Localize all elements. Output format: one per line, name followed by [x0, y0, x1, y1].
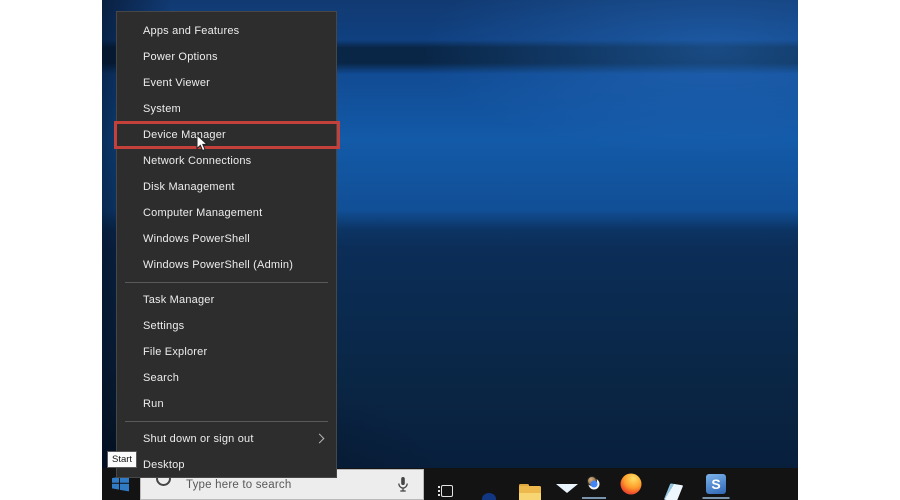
- menu-item-run[interactable]: Run: [117, 391, 336, 417]
- menu-item-disk-management[interactable]: Disk Management: [117, 174, 336, 200]
- desktop-wallpaper: Type here to search S Apps and Features …: [102, 0, 798, 500]
- microphone-icon[interactable]: [395, 476, 411, 494]
- context-menu: Apps and Features Power Options Event Vi…: [114, 11, 340, 478]
- menu-item-file-explorer[interactable]: File Explorer: [117, 339, 336, 365]
- chrome-profile-badge: [587, 476, 597, 486]
- menu-item-search[interactable]: Search: [117, 365, 336, 391]
- menu-item-event-viewer[interactable]: Event Viewer: [117, 70, 336, 96]
- menu-item-computer-management[interactable]: Computer Management: [117, 200, 336, 226]
- snagit-running-indicator: [702, 497, 730, 499]
- task-view-button[interactable]: [425, 468, 457, 500]
- menu-item-apps-and-features[interactable]: Apps and Features: [117, 18, 336, 44]
- menu-item-power-options[interactable]: Power Options: [117, 44, 336, 70]
- menu-item-device-manager[interactable]: Device Manager: [114, 121, 340, 149]
- edge-button[interactable]: [465, 468, 497, 500]
- chrome-button[interactable]: [578, 468, 610, 500]
- menu-item-windows-powershell-admin[interactable]: Windows PowerShell (Admin): [117, 252, 336, 278]
- notepad-icon: [663, 483, 684, 500]
- menu-item-windows-powershell[interactable]: Windows PowerShell: [117, 226, 336, 252]
- menu-item-network-connections[interactable]: Network Connections: [117, 148, 336, 174]
- menu-item-system[interactable]: System: [117, 96, 336, 122]
- menu-item-shut-down-label: Shut down or sign out: [143, 433, 254, 445]
- menu-separator: [125, 282, 328, 283]
- firefox-icon: [620, 473, 642, 495]
- firefox-button[interactable]: [615, 468, 647, 500]
- submenu-chevron-icon: [314, 433, 325, 444]
- notepad-button[interactable]: [651, 468, 684, 500]
- menu-item-settings[interactable]: Settings: [117, 313, 336, 339]
- snagit-icon: S: [706, 474, 726, 494]
- mail-button[interactable]: [540, 468, 572, 500]
- snagit-button[interactable]: S: [700, 468, 732, 500]
- menu-separator: [125, 421, 328, 422]
- menu-item-device-manager-label: Device Manager: [143, 129, 226, 141]
- menu-item-desktop[interactable]: Desktop: [117, 452, 336, 478]
- screenshot-canvas: Type here to search S Apps and Features …: [0, 0, 900, 500]
- file-explorer-button[interactable]: [503, 468, 535, 500]
- menu-item-task-manager[interactable]: Task Manager: [117, 287, 336, 313]
- mouse-cursor: [196, 134, 208, 152]
- menu-item-shut-down-or-sign-out[interactable]: Shut down or sign out: [117, 426, 336, 452]
- start-tooltip: Start: [107, 451, 138, 468]
- chrome-running-indicator: [582, 497, 606, 499]
